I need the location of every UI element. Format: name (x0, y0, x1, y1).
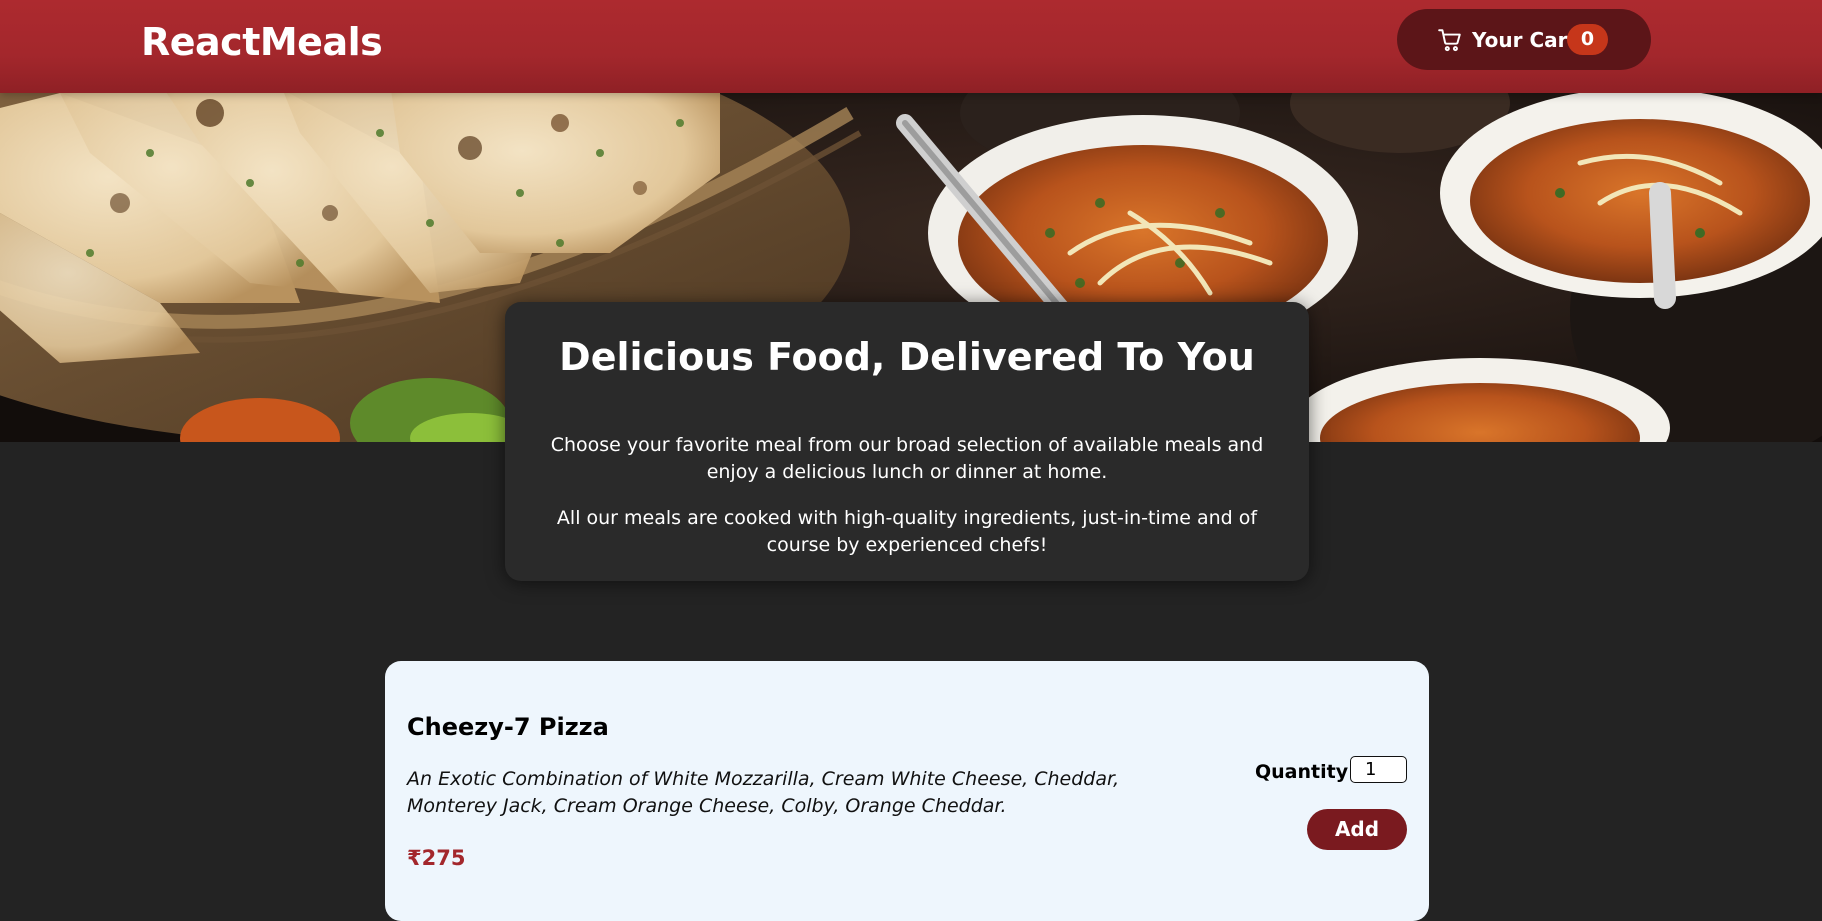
cart-count-badge: 0 (1567, 24, 1608, 55)
meals-list-card: Cheezy-7 Pizza An Exotic Combination of … (385, 661, 1429, 921)
cart-label: Your Cart (1472, 28, 1578, 52)
summary-paragraph-2: All our meals are cooked with high-quali… (556, 507, 1258, 556)
cart-button[interactable]: Your Cart 0 (1397, 9, 1651, 70)
quantity-label: Quantity (1255, 761, 1349, 783)
app-header: ReactMeals Your Cart 0 (0, 0, 1822, 93)
cart-icon (1437, 27, 1463, 53)
meal-price: ₹275 (407, 846, 466, 870)
summary-paragraph-1: Choose your favorite meal from our broad… (550, 434, 1264, 483)
add-to-cart-button[interactable]: Add (1307, 809, 1407, 850)
quantity-input[interactable] (1350, 756, 1407, 783)
brand-logo: ReactMeals (141, 20, 383, 64)
summary-title: Delicious Food, Delivered To You (559, 335, 1255, 379)
meals-summary: Delicious Food, Delivered To You Choose … (505, 302, 1309, 581)
meal-description: An Exotic Combination of White Mozzarill… (407, 768, 1120, 817)
meal-name: Cheezy-7 Pizza (407, 713, 609, 741)
